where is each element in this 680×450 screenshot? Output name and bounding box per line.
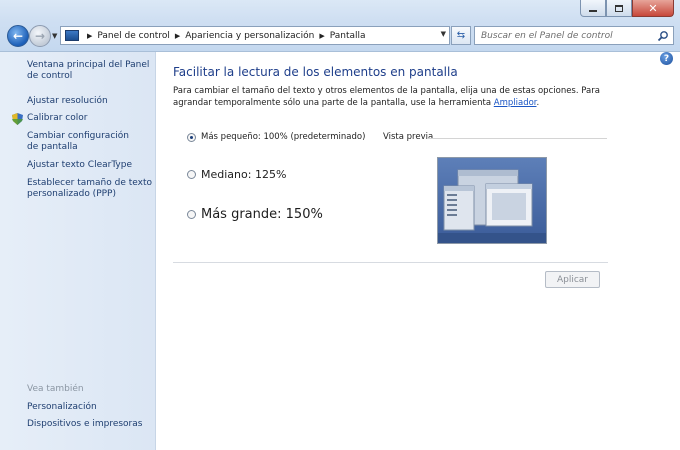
- preview-illustration: [438, 169, 546, 243]
- radio-smaller[interactable]: [187, 132, 196, 142]
- maximize-button[interactable]: [606, 0, 632, 17]
- minimize-icon: [589, 10, 597, 12]
- option-medium[interactable]: Mediano: 125%: [187, 168, 286, 181]
- option-medium-label: Mediano: 125%: [201, 168, 287, 181]
- address-bar[interactable]: ▶ Panel de control ▶ Apariencia y person…: [60, 26, 450, 45]
- preview-image: [437, 157, 547, 244]
- back-button[interactable]: ←: [7, 25, 29, 47]
- refresh-button[interactable]: ⇆: [451, 26, 471, 45]
- see-also-heading: Vea también: [27, 384, 84, 394]
- chevron-right-icon[interactable]: ▶: [319, 32, 324, 40]
- sidebar: Ventana principal del Panel de control A…: [0, 52, 156, 450]
- refresh-icon: ⇆: [456, 30, 466, 41]
- magnifier-link[interactable]: Ampliador: [494, 98, 537, 108]
- description-end: .: [536, 98, 540, 108]
- recent-pages-dropdown[interactable]: ▼: [52, 32, 57, 40]
- chevron-right-icon[interactable]: ▶: [87, 32, 92, 40]
- sidebar-item-cleartype[interactable]: Ajustar texto ClearType: [27, 160, 132, 171]
- radio-medium[interactable]: [187, 170, 196, 179]
- preview-label: Vista previa: [383, 132, 434, 142]
- option-larger-label: Más grande: 150%: [201, 207, 323, 222]
- window-controls: ✕: [580, 0, 674, 17]
- main-content: ? Facilitar la lectura de los elementos …: [157, 52, 680, 450]
- option-smaller[interactable]: Más pequeño: 100% (predeterminado): [187, 132, 365, 142]
- content-divider: [173, 262, 608, 263]
- preview-divider: [427, 138, 607, 139]
- sidebar-item-control-panel-home[interactable]: Ventana principal del Panel de control: [27, 60, 152, 82]
- close-button[interactable]: ✕: [632, 0, 674, 17]
- shield-icon: [12, 113, 23, 125]
- back-arrow-icon: ←: [12, 29, 24, 43]
- chevron-right-icon[interactable]: ▶: [175, 32, 180, 40]
- option-larger[interactable]: Más grande: 150%: [187, 207, 323, 222]
- search-input[interactable]: Buscar en el Panel de control: [474, 26, 674, 45]
- breadcrumb-appearance[interactable]: Apariencia y personalización: [185, 31, 314, 41]
- sidebar-item-adjust-resolution[interactable]: Ajustar resolución: [27, 96, 108, 107]
- option-smaller-label: Más pequeño: 100% (predeterminado): [201, 132, 366, 142]
- help-icon[interactable]: ?: [660, 52, 673, 65]
- maximize-icon: [615, 4, 623, 12]
- sidebar-item-change-display-settings[interactable]: Cambiar configuración de pantalla: [27, 131, 142, 153]
- breadcrumb-display[interactable]: Pantalla: [330, 31, 366, 41]
- page-title: Facilitar la lectura de los elementos en…: [173, 65, 458, 79]
- address-dropdown-icon[interactable]: ▼: [441, 30, 446, 38]
- search-icon[interactable]: [657, 30, 669, 42]
- see-also-devices-printers[interactable]: Dispositivos e impresoras: [27, 419, 142, 430]
- page-description: Para cambiar el tamaño del texto y otros…: [173, 85, 613, 109]
- breadcrumb-control-panel[interactable]: Panel de control: [97, 31, 169, 41]
- search-placeholder: Buscar en el Panel de control: [481, 30, 613, 41]
- apply-button[interactable]: Aplicar: [545, 271, 600, 288]
- sidebar-item-calibrate-color[interactable]: Calibrar color: [27, 113, 87, 124]
- radio-larger[interactable]: [187, 210, 196, 219]
- close-icon: ✕: [648, 1, 658, 15]
- forward-arrow-icon: →: [34, 29, 46, 43]
- see-also-personalization[interactable]: Personalización: [27, 402, 97, 413]
- window-chrome: ✕ ← → ▼ ▶ Panel de control ▶ Apariencia …: [0, 0, 680, 52]
- control-panel-icon: [65, 30, 79, 41]
- sidebar-item-custom-dpi[interactable]: Establecer tamaño de texto personalizado…: [27, 178, 152, 200]
- minimize-button[interactable]: [580, 0, 606, 17]
- forward-button[interactable]: →: [29, 25, 51, 47]
